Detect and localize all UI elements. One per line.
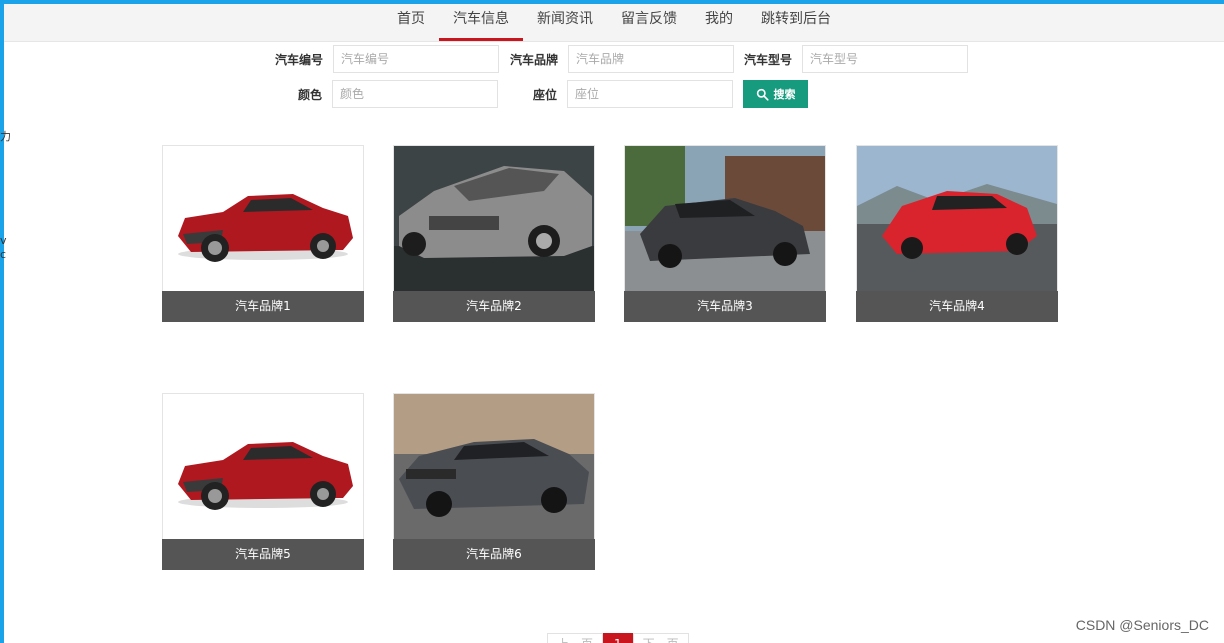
next-page-button[interactable]: 下一页 xyxy=(632,633,689,643)
field-car-number: 汽车编号 xyxy=(275,45,500,73)
field-car-brand: 汽车品牌 xyxy=(510,45,735,73)
car-image xyxy=(625,146,825,291)
edge-glyph: 力 xyxy=(0,130,11,143)
field-seats: 座位 xyxy=(533,80,734,108)
background-window-edge: 力 v c xyxy=(0,130,11,262)
car-number-label: 汽车编号 xyxy=(275,52,324,67)
car-card[interactable]: 汽车品牌6 xyxy=(393,393,595,570)
prev-page-button[interactable]: 上一页 xyxy=(547,633,604,643)
nav-item-car-info[interactable]: 汽车信息 xyxy=(439,4,523,41)
car-image xyxy=(857,146,1057,291)
main-nav: 首页 汽车信息 新闻资讯 留言反馈 我的 跳转到后台 xyxy=(4,4,1224,41)
car-card[interactable]: 汽车品牌5 xyxy=(162,393,364,570)
car-brand-input[interactable] xyxy=(568,45,735,73)
car-card[interactable]: 汽车品牌3 xyxy=(624,145,826,322)
nav-item-news[interactable]: 新闻资讯 xyxy=(523,4,607,41)
seats-input[interactable] xyxy=(567,80,734,108)
edge-glyph: v xyxy=(0,234,7,247)
search-icon xyxy=(756,88,769,101)
car-name: 汽车品牌5 xyxy=(162,539,364,570)
nav-item-home[interactable]: 首页 xyxy=(383,4,439,41)
car-brand-label: 汽车品牌 xyxy=(510,52,559,67)
car-image xyxy=(163,146,363,291)
edge-glyph: c xyxy=(0,248,7,261)
car-card[interactable]: 汽车品牌4 xyxy=(856,145,1058,322)
seats-label: 座位 xyxy=(533,87,558,102)
car-image xyxy=(394,146,594,291)
field-car-model: 汽车型号 xyxy=(744,45,969,73)
car-card[interactable]: 汽车品牌1 xyxy=(162,145,364,322)
color-label: 颜色 xyxy=(298,87,323,102)
field-color: 颜色 xyxy=(298,80,499,108)
pagination: 上一页 1 下一页 xyxy=(547,633,689,643)
watermark: CSDN @Seniors_DC xyxy=(1075,617,1209,633)
car-image xyxy=(163,394,363,539)
car-card[interactable]: 汽车品牌2 xyxy=(393,145,595,322)
car-name: 汽车品牌6 xyxy=(393,539,595,570)
nav-item-mine[interactable]: 我的 xyxy=(691,4,747,41)
search-button-label: 搜索 xyxy=(773,88,796,101)
nav-item-feedback[interactable]: 留言反馈 xyxy=(607,4,691,41)
search-button[interactable]: 搜索 xyxy=(743,80,808,108)
car-name: 汽车品牌4 xyxy=(856,291,1058,322)
car-name: 汽车品牌1 xyxy=(162,291,364,322)
car-model-input[interactable] xyxy=(802,45,969,73)
top-navbar: 首页 汽车信息 新闻资讯 留言反馈 我的 跳转到后台 xyxy=(4,4,1224,42)
nav-item-admin[interactable]: 跳转到后台 xyxy=(747,4,845,41)
car-model-label: 汽车型号 xyxy=(744,52,793,67)
car-image xyxy=(394,394,594,539)
search-form: 汽车编号 汽车品牌 汽车型号 颜色 座位 搜索 xyxy=(0,45,1224,111)
car-name: 汽车品牌3 xyxy=(624,291,826,322)
color-input[interactable] xyxy=(332,80,499,108)
car-name: 汽车品牌2 xyxy=(393,291,595,322)
car-number-input[interactable] xyxy=(333,45,500,73)
page-number-current[interactable]: 1 xyxy=(603,633,633,643)
